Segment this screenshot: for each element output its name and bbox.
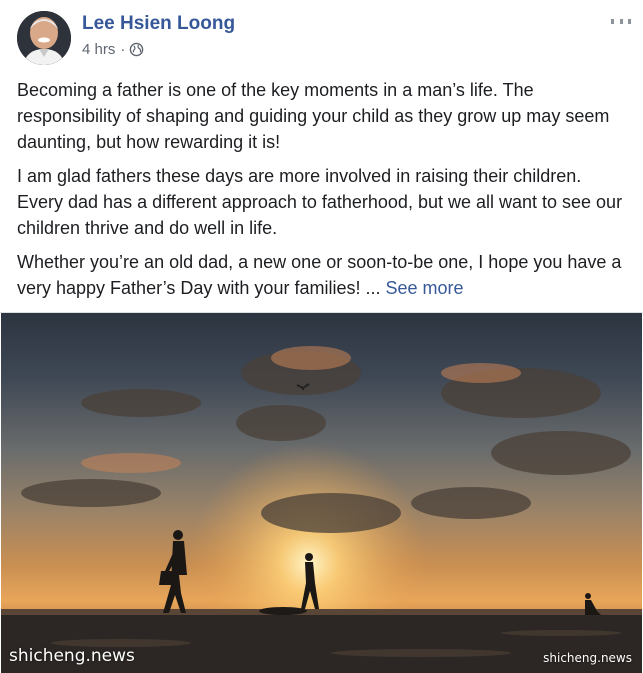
facebook-post: Lee Hsien Loong 4 hrs · Becoming a fathe… — [0, 0, 643, 673]
post-text: Becoming a father is one of the key mome… — [17, 77, 629, 309]
post-paragraph: Becoming a father is one of the key mome… — [17, 80, 610, 152]
globe-icon[interactable] — [129, 42, 144, 57]
post-timestamp[interactable]: 4 hrs — [82, 41, 115, 58]
see-more-link[interactable]: See more — [386, 278, 464, 298]
more-options-icon[interactable] — [611, 15, 631, 27]
post-paragraph-text: Whether you’re an old dad, a new one or … — [17, 252, 622, 298]
watermark-right: shicheng.news — [543, 651, 632, 665]
sunset-scene — [1, 313, 642, 673]
author-avatar[interactable] — [17, 11, 71, 65]
meta-separator: · — [120, 41, 126, 58]
author-name[interactable]: Lee Hsien Loong — [82, 13, 235, 35]
post-header: Lee Hsien Loong 4 hrs · — [0, 0, 643, 72]
post-meta: 4 hrs · — [82, 41, 144, 58]
post-paragraph: I am glad fathers these days are more in… — [17, 166, 623, 238]
watermark-left: shicheng.news — [9, 646, 135, 666]
avatar-portrait — [17, 11, 71, 65]
post-photo[interactable]: shicheng.news shicheng.news — [1, 313, 642, 673]
post-paragraph-last: Whether you’re an old dad, a new one or … — [17, 249, 629, 301]
